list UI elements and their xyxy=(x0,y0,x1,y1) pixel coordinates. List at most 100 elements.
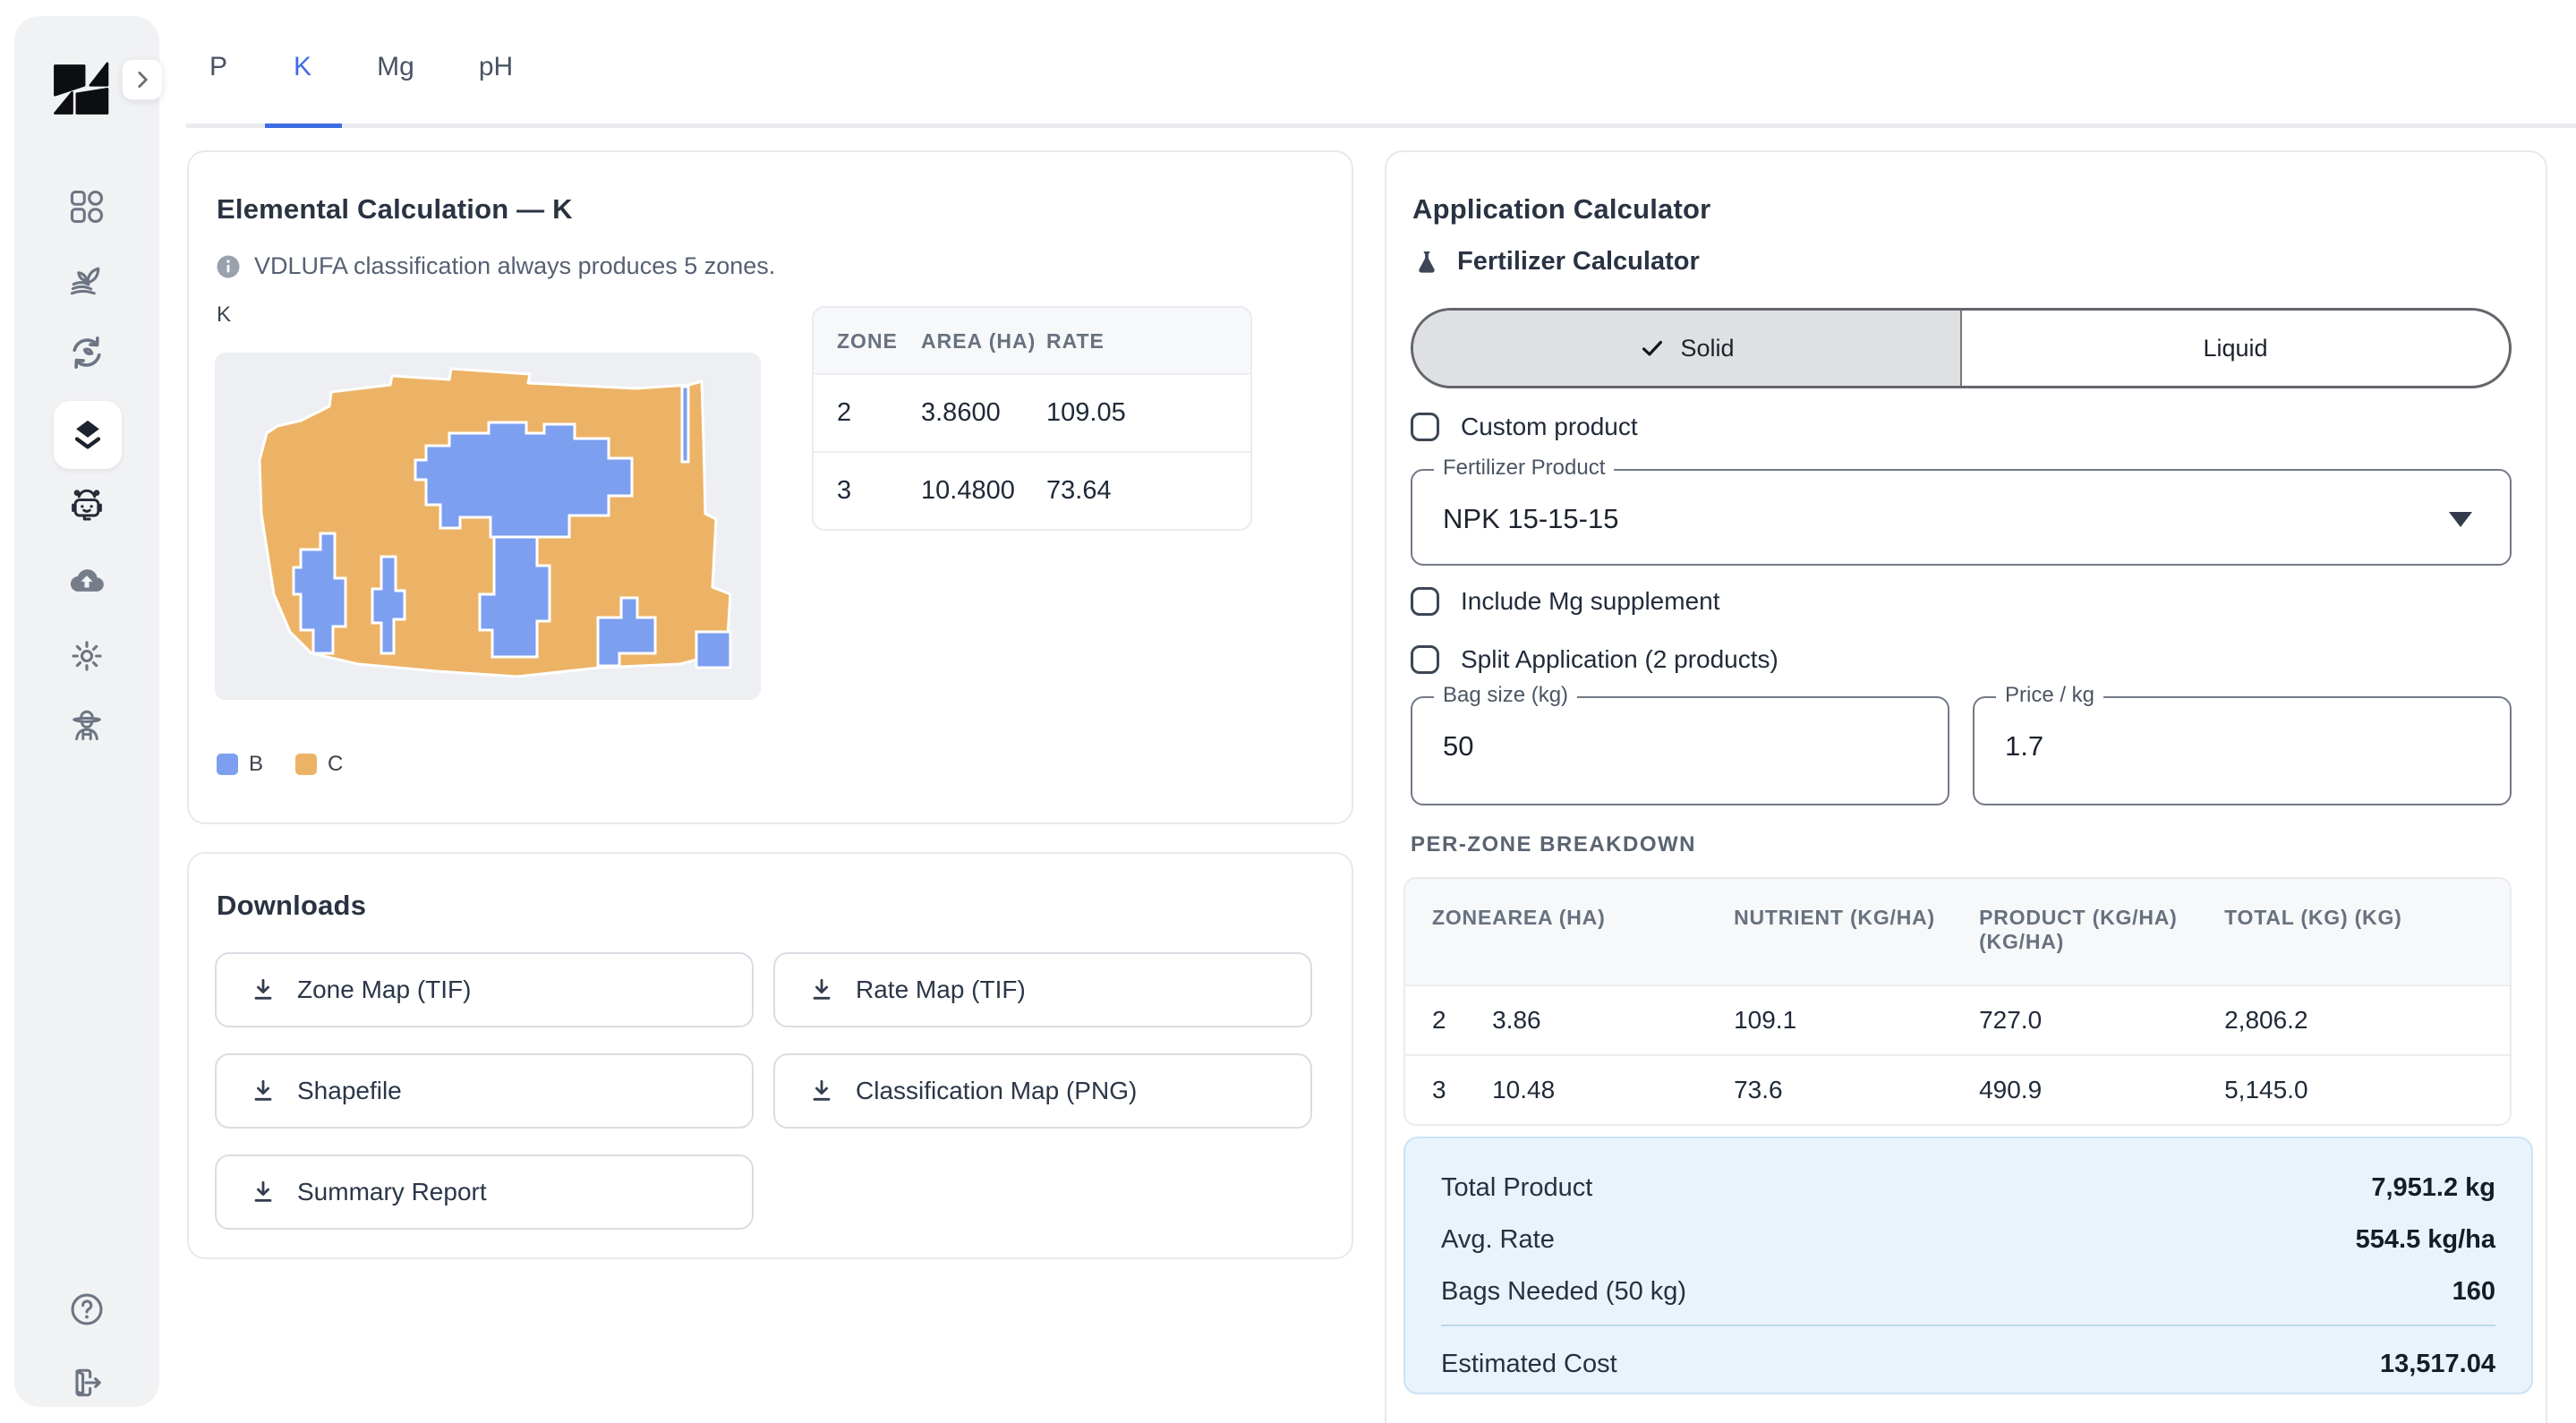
check-icon xyxy=(1639,335,1666,362)
area-cell: 3.8600 xyxy=(921,373,1046,451)
info-row: VDLUFA classification always produces 5 … xyxy=(215,252,775,280)
sidebar xyxy=(14,16,159,1407)
area-header: AREA (HA) xyxy=(921,308,1046,373)
download-icon xyxy=(807,976,836,1004)
legend-label-c: C xyxy=(328,752,343,777)
legend-item-b: B xyxy=(217,752,263,777)
nutrient-cell: 73.6 xyxy=(1734,1054,1979,1124)
area-cell: 3.86 xyxy=(1492,984,1734,1054)
breakdown-row: 2 3.86 109.1 727.0 2,806.2 xyxy=(1405,984,2510,1054)
download-button-label: Classification Map (PNG) xyxy=(856,1077,1137,1105)
zone-cell: 2 xyxy=(814,373,921,451)
logout-icon xyxy=(67,1363,107,1402)
legend-item-c: C xyxy=(295,752,343,777)
sidebar-item-brightness[interactable] xyxy=(59,628,115,684)
sidebar-item-fields[interactable] xyxy=(59,252,115,308)
elemental-card-title: Elemental Calculation — K xyxy=(217,193,573,226)
sidebar-item-farmer[interactable] xyxy=(59,698,115,754)
zone-header: ZONE xyxy=(1405,879,1492,984)
download-rate-map-button[interactable]: Rate Map (TIF) xyxy=(773,952,1312,1027)
tab-p[interactable]: P xyxy=(209,52,227,82)
sidebar-item-logout[interactable] xyxy=(59,1355,115,1410)
dropdown-caret-icon xyxy=(2449,512,2472,527)
area-cell: 10.4800 xyxy=(921,451,1046,529)
zone-cell: 2 xyxy=(1405,984,1492,1054)
zone-map[interactable] xyxy=(215,353,761,700)
custom-product-checkbox[interactable] xyxy=(1411,413,1439,441)
download-button-label: Rate Map (TIF) xyxy=(856,976,1026,1004)
total-cell: 2,806.2 xyxy=(2224,984,2510,1054)
download-icon xyxy=(249,1178,277,1206)
app-window: P K Mg pH Elemental Calculation — K VDLU… xyxy=(0,0,2576,1423)
download-button-label: Zone Map (TIF) xyxy=(297,976,471,1004)
download-summary-report-button[interactable]: Summary Report xyxy=(215,1155,754,1230)
mode-solid-label: Solid xyxy=(1680,335,1734,362)
table-header-row: ZONE AREA (HA) RATE xyxy=(814,308,1250,373)
zone-map-image xyxy=(215,353,761,700)
total-cell: 5,145.0 xyxy=(2224,1054,2510,1124)
fertilizer-calculator-label: Fertilizer Calculator xyxy=(1457,247,1700,277)
per-zone-breakdown-table: ZONE AREA (HA) NUTRIENT (KG/HA) PRODUCT … xyxy=(1403,877,2512,1126)
table-row: 3 10.4800 73.64 xyxy=(814,451,1250,529)
breakdown-row: 3 10.48 73.6 490.9 5,145.0 xyxy=(1405,1054,2510,1124)
sidebar-item-sync[interactable] xyxy=(59,325,115,380)
summary-row-total-product: Total Product 7,951.2 kg xyxy=(1441,1162,2495,1214)
sidebar-item-help[interactable] xyxy=(59,1282,115,1337)
table-row: 2 3.8600 109.05 xyxy=(814,373,1250,451)
download-shapefile-button[interactable]: Shapefile xyxy=(215,1053,754,1129)
tab-mg[interactable]: Mg xyxy=(377,52,414,82)
sidebar-expand-button[interactable] xyxy=(122,59,163,100)
summary-value: 160 xyxy=(2452,1277,2495,1307)
breakdown-header-row: ZONE AREA (HA) NUTRIENT (KG/HA) PRODUCT … xyxy=(1405,879,2510,984)
layers-icon xyxy=(68,415,107,455)
mode-liquid-button[interactable]: Liquid xyxy=(1962,311,2509,386)
legend-swatch-c xyxy=(295,754,317,775)
fertilizer-product-value: NPK 15-15-15 xyxy=(1443,503,1618,535)
sidebar-item-dashboard[interactable] xyxy=(59,179,115,234)
product-cell: 727.0 xyxy=(1979,984,2224,1054)
dashboard-grid-icon xyxy=(67,187,107,226)
summary-row-bags-needed: Bags Needed (50 kg) 160 xyxy=(1441,1265,2495,1317)
sidebar-item-upload[interactable] xyxy=(59,553,115,609)
sidebar-item-layers-selected[interactable] xyxy=(54,401,122,469)
calculation-summary: Total Product 7,951.2 kg Avg. Rate 554.5… xyxy=(1403,1137,2533,1394)
tab-k[interactable]: K xyxy=(294,52,311,82)
mode-toggle: Solid Liquid xyxy=(1411,308,2512,388)
split-application-checkbox-row[interactable]: Split Application (2 products) xyxy=(1411,645,1778,674)
nutrient-cell: 109.1 xyxy=(1734,984,1979,1054)
custom-product-checkbox-row[interactable]: Custom product xyxy=(1411,413,1638,441)
summary-label: Bags Needed (50 kg) xyxy=(1441,1277,1686,1307)
download-classification-map-button[interactable]: Classification Map (PNG) xyxy=(773,1053,1312,1129)
help-icon xyxy=(67,1290,107,1329)
include-mg-checkbox[interactable] xyxy=(1411,587,1439,616)
download-icon xyxy=(807,1077,836,1105)
legend-swatch-b xyxy=(217,754,238,775)
tab-active-indicator xyxy=(265,124,342,128)
fertilizer-product-select[interactable]: Fertilizer Product NPK 15-15-15 xyxy=(1411,469,2512,566)
split-application-checkbox[interactable] xyxy=(1411,645,1439,674)
sidebar-item-assistant[interactable] xyxy=(59,478,115,533)
price-per-kg-input[interactable]: Price / kg 1.7 xyxy=(1973,696,2512,805)
info-text: VDLUFA classification always produces 5 … xyxy=(254,252,775,280)
zone-rate-table: ZONE AREA (HA) RATE 2 3.8600 109.05 3 10… xyxy=(812,306,1252,531)
zone-cell: 3 xyxy=(1405,1054,1492,1124)
download-icon xyxy=(249,976,277,1004)
download-icon xyxy=(249,1077,277,1105)
include-mg-checkbox-row[interactable]: Include Mg supplement xyxy=(1411,587,1720,616)
per-zone-breakdown-heading: PER-ZONE BREAKDOWN xyxy=(1411,832,1696,857)
total-header: TOTAL (KG) (KG) xyxy=(2224,879,2510,984)
summary-row-avg-rate: Avg. Rate 554.5 kg/ha xyxy=(1441,1214,2495,1265)
download-zone-map-button[interactable]: Zone Map (TIF) xyxy=(215,952,754,1027)
split-application-label: Split Application (2 products) xyxy=(1461,645,1778,674)
tab-ph[interactable]: pH xyxy=(479,52,513,82)
rate-cell: 109.05 xyxy=(1046,373,1250,451)
nutrient-header: NUTRIENT (KG/HA) xyxy=(1734,879,1979,984)
rate-header: RATE xyxy=(1046,308,1250,373)
app-logo xyxy=(50,57,111,118)
chevron-right-icon xyxy=(131,68,154,91)
info-icon xyxy=(215,253,242,280)
downloads-title: Downloads xyxy=(217,890,366,922)
summary-divider xyxy=(1441,1325,2495,1326)
mode-solid-button[interactable]: Solid xyxy=(1413,311,1962,386)
bag-size-input[interactable]: Bag size (kg) 50 xyxy=(1411,696,1949,805)
